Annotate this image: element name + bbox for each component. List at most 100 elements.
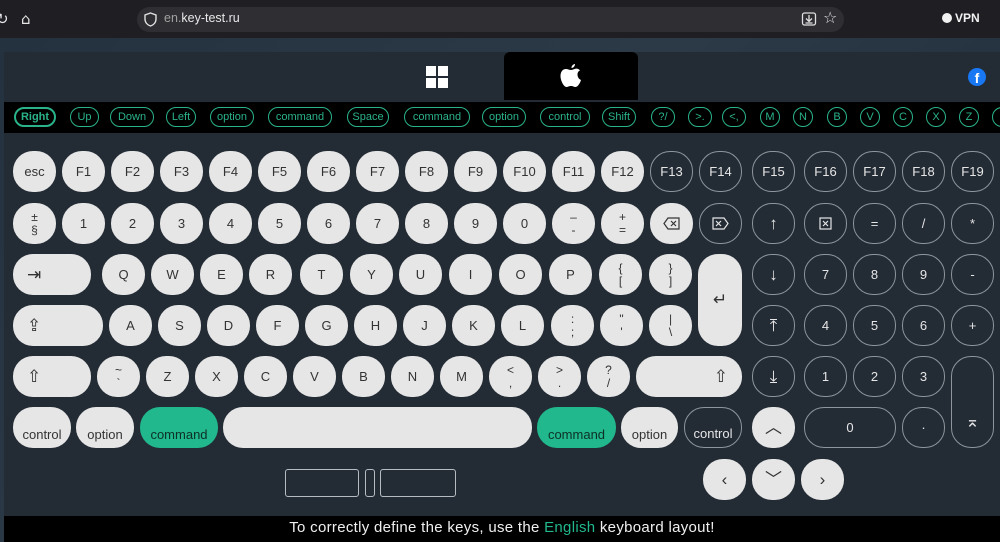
key-f17[interactable]: F17 (853, 151, 896, 192)
key-num-equals[interactable]: = (853, 203, 896, 244)
key-quote[interactable]: " ' (600, 305, 643, 346)
key-semicolon[interactable]: :; (551, 305, 594, 346)
key-y[interactable]: Y (350, 254, 393, 295)
address-bar[interactable]: en.key-test.ru ☆ (137, 7, 844, 32)
download-icon[interactable] (801, 11, 817, 27)
key-f[interactable]: F (256, 305, 299, 346)
key-forward-delete[interactable] (699, 203, 742, 244)
key-arrow-left[interactable]: ‹ (703, 459, 746, 500)
key-shift-right[interactable]: ⇧ (636, 356, 742, 397)
key-f8[interactable]: F8 (405, 151, 448, 192)
key-arrow-up-nav[interactable]: ↑ (752, 203, 795, 244)
key-q[interactable]: Q (102, 254, 145, 295)
key-arrow-up[interactable]: ︿ (752, 407, 795, 448)
key-command-left[interactable]: command (140, 407, 218, 448)
key-b[interactable]: B (342, 356, 385, 397)
key-1[interactable]: 1 (62, 203, 105, 244)
key-arrow-right[interactable]: › (801, 459, 844, 500)
key-m[interactable]: M (440, 356, 483, 397)
key-comma[interactable]: <, (489, 356, 532, 397)
key-7[interactable]: 7 (356, 203, 399, 244)
key-num-1[interactable]: 1 (804, 356, 847, 397)
key-num-divide[interactable]: / (902, 203, 945, 244)
key-c[interactable]: C (244, 356, 287, 397)
key-p[interactable]: P (549, 254, 592, 295)
key-f13[interactable]: F13 (650, 151, 693, 192)
key-num-2[interactable]: 2 (853, 356, 896, 397)
mouse-wheel-frame[interactable] (365, 469, 375, 497)
key-tilde[interactable]: ~ ` (97, 356, 140, 397)
key-f19[interactable]: F19 (951, 151, 994, 192)
key-8[interactable]: 8 (405, 203, 448, 244)
key-equals[interactable]: + = (601, 203, 644, 244)
key-t[interactable]: T (300, 254, 343, 295)
key-f3[interactable]: F3 (160, 151, 203, 192)
key-section[interactable]: ± § (13, 203, 56, 244)
key-z[interactable]: Z (146, 356, 189, 397)
facebook-icon[interactable]: f (968, 68, 986, 86)
key-f6[interactable]: F6 (307, 151, 350, 192)
tab-mac[interactable] (504, 52, 638, 100)
key-num-7[interactable]: 7 (804, 254, 847, 295)
key-i[interactable]: I (449, 254, 492, 295)
key-f18[interactable]: F18 (902, 151, 945, 192)
shield-icon[interactable] (144, 12, 157, 27)
mouse-left-button-frame[interactable] (285, 469, 359, 497)
key-f11[interactable]: F11 (552, 151, 595, 192)
key-option-right[interactable]: option (621, 407, 678, 448)
key-x[interactable]: X (195, 356, 238, 397)
key-return[interactable]: ↵ (698, 254, 742, 346)
key-n[interactable]: N (391, 356, 434, 397)
home-icon[interactable]: ⌂ (21, 10, 31, 28)
key-arrow-down[interactable]: ﹀ (752, 459, 795, 500)
key-6[interactable]: 6 (307, 203, 350, 244)
key-j[interactable]: J (403, 305, 446, 346)
key-s[interactable]: S (158, 305, 201, 346)
key-e[interactable]: E (200, 254, 243, 295)
key-control-right[interactable]: control (684, 407, 742, 448)
key-a[interactable]: A (109, 305, 152, 346)
key-d[interactable]: D (207, 305, 250, 346)
key-num-clear[interactable] (804, 203, 847, 244)
key-5[interactable]: 5 (258, 203, 301, 244)
key-f4[interactable]: F4 (209, 151, 252, 192)
key-f7[interactable]: F7 (356, 151, 399, 192)
tab-windows[interactable] (371, 52, 504, 100)
key-o[interactable]: O (499, 254, 542, 295)
key-esc[interactable]: esc (13, 151, 56, 192)
key-num-6[interactable]: 6 (902, 305, 945, 346)
key-2[interactable]: 2 (111, 203, 154, 244)
key-num-4[interactable]: 4 (804, 305, 847, 346)
key-num-0[interactable]: 0 (804, 407, 896, 448)
key-u[interactable]: U (399, 254, 442, 295)
key-4[interactable]: 4 (209, 203, 252, 244)
key-tab[interactable]: ⇥ (13, 254, 91, 295)
key-num-multiply[interactable]: * (951, 203, 994, 244)
key-backslash[interactable]: | \ (649, 305, 692, 346)
key-num-9[interactable]: 9 (902, 254, 945, 295)
key-bracket-close[interactable]: }] (649, 254, 692, 295)
key-g[interactable]: G (305, 305, 348, 346)
key-num-enter[interactable]: ⌅ (951, 356, 994, 448)
key-f1[interactable]: F1 (62, 151, 105, 192)
key-space[interactable] (223, 407, 532, 448)
key-home[interactable]: ⤒ (752, 305, 795, 346)
key-num-minus[interactable]: - (951, 254, 994, 295)
key-w[interactable]: W (151, 254, 194, 295)
key-9[interactable]: 9 (454, 203, 497, 244)
key-l[interactable]: L (501, 305, 544, 346)
key-control-left[interactable]: control (13, 407, 71, 448)
key-slash[interactable]: ? / (587, 356, 630, 397)
key-f5[interactable]: F5 (258, 151, 301, 192)
key-minus[interactable]: – - (552, 203, 595, 244)
key-f9[interactable]: F9 (454, 151, 497, 192)
key-num-decimal[interactable]: · (902, 407, 945, 448)
key-num-plus[interactable]: + (951, 305, 994, 346)
key-f2[interactable]: F2 (111, 151, 154, 192)
key-caps-lock[interactable]: ⇪ (13, 305, 103, 346)
key-command-right[interactable]: command (537, 407, 616, 448)
key-f16[interactable]: F16 (804, 151, 847, 192)
key-3[interactable]: 3 (160, 203, 203, 244)
key-bracket-open[interactable]: {[ (599, 254, 642, 295)
key-num-5[interactable]: 5 (853, 305, 896, 346)
